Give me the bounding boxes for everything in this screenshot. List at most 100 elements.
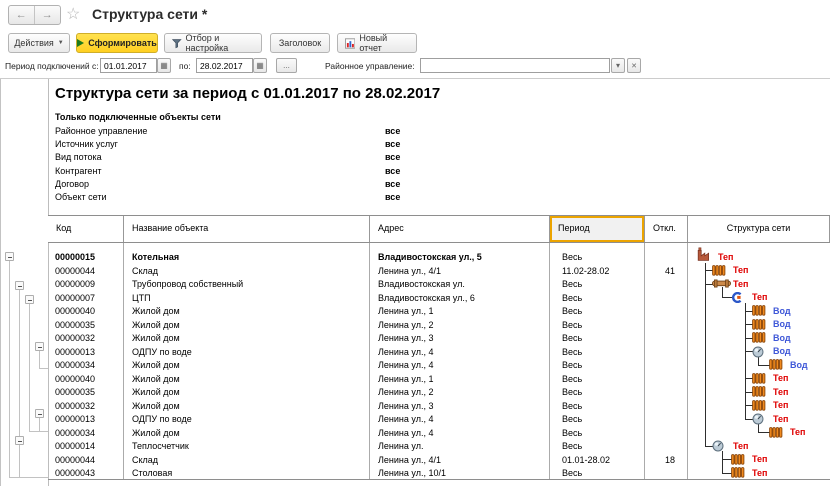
cell-period[interactable]: Весь [550,373,645,387]
cell-offline-days[interactable] [645,386,688,400]
date-to-input[interactable] [196,58,253,73]
cell-period[interactable]: Весь [550,467,645,481]
cell-period[interactable]: Весь [550,319,645,333]
cell-name[interactable]: ЦТП [124,292,370,306]
cell-period[interactable]: Весь [550,332,645,346]
cell-offline-days[interactable]: 18 [645,454,688,468]
cell-code[interactable]: 00000013 [48,346,124,360]
cell-name[interactable]: Жилой дом [124,359,370,373]
cell-address[interactable]: Владивостокская ул. [370,278,550,292]
cell-address[interactable]: Ленина ул., 1 [370,305,550,319]
cell-offline-days[interactable] [645,332,688,346]
cell-offline-days[interactable] [645,427,688,441]
cell-address[interactable]: Ленина ул., 4/1 [370,454,550,468]
cell-code[interactable]: 00000035 [48,319,124,333]
cell-address[interactable]: Владивостокская ул., 5 [370,251,550,265]
cell-name[interactable]: Трубопровод собственный [124,278,370,292]
column-header-1[interactable]: Код [48,216,124,242]
cell-name[interactable]: Жилой дом [124,400,370,414]
cell-offline-days[interactable] [645,305,688,319]
cell-code[interactable]: 00000034 [48,359,124,373]
cell-period[interactable]: Весь [550,292,645,306]
cell-code[interactable]: 00000044 [48,454,124,468]
date-from-input[interactable] [100,58,157,73]
cell-code[interactable]: 00000015 [48,251,124,265]
collapse-group-button[interactable] [15,436,24,445]
cell-name[interactable]: Жилой дом [124,373,370,387]
cell-code[interactable]: 00000014 [48,440,124,454]
collapse-group-button[interactable] [25,295,34,304]
cell-period[interactable]: Весь [550,305,645,319]
cell-name[interactable]: Склад [124,454,370,468]
cell-period[interactable]: Весь [550,386,645,400]
cell-code[interactable]: 00000044 [48,265,124,279]
cell-code[interactable]: 00000043 [48,467,124,481]
cell-period[interactable]: Весь [550,251,645,265]
cell-period[interactable]: Весь [550,278,645,292]
cell-period[interactable]: Весь [550,400,645,414]
cell-offline-days[interactable] [645,440,688,454]
district-dropdown-button[interactable]: ▾ [611,58,625,73]
cell-name[interactable]: Склад [124,265,370,279]
collapse-group-button[interactable] [5,252,14,261]
cell-address[interactable]: Владивостокская ул., 6 [370,292,550,306]
new-report-button[interactable]: Новый отчет [337,33,417,53]
cell-name[interactable]: Столовая [124,467,370,481]
cell-code[interactable]: 00000007 [48,292,124,306]
cell-period[interactable]: Весь [550,359,645,373]
back-button[interactable]: ← [9,6,35,24]
cell-address[interactable]: Ленина ул., 3 [370,332,550,346]
cell-address[interactable]: Ленина ул. [370,440,550,454]
column-header-4[interactable]: Период [550,216,645,242]
date-from-calendar-button[interactable]: ▦ [157,58,171,73]
cell-name[interactable]: Жилой дом [124,332,370,346]
actions-button[interactable]: Действия ▼ [8,33,70,53]
cell-code[interactable]: 00000035 [48,386,124,400]
cell-code[interactable]: 00000032 [48,400,124,414]
cell-address[interactable]: Ленина ул., 2 [370,386,550,400]
cell-offline-days[interactable] [645,319,688,333]
cell-address[interactable]: Ленина ул., 4 [370,359,550,373]
cell-address[interactable]: Ленина ул., 4/1 [370,265,550,279]
cell-offline-days[interactable] [645,400,688,414]
forward-button[interactable]: → [35,6,61,24]
cell-code[interactable]: 00000040 [48,305,124,319]
cell-name[interactable]: ОДПУ по воде [124,346,370,360]
cell-offline-days[interactable] [645,467,688,481]
cell-code[interactable]: 00000040 [48,373,124,387]
cell-period[interactable]: Весь [550,440,645,454]
cell-period[interactable]: 11.02-28.02 [550,265,645,279]
cell-offline-days[interactable] [645,373,688,387]
cell-code[interactable]: 00000034 [48,427,124,441]
cell-address[interactable]: Ленина ул., 4 [370,346,550,360]
collapse-group-button[interactable] [35,342,44,351]
cell-name[interactable]: Жилой дом [124,427,370,441]
filter-settings-button[interactable]: Отбор и настройка [164,33,262,53]
cell-offline-days[interactable] [645,359,688,373]
district-input[interactable] [420,58,610,73]
cell-address[interactable]: Ленина ул., 4 [370,427,550,441]
cell-name[interactable]: Котельная [124,251,370,265]
cell-period[interactable]: Весь [550,413,645,427]
favorite-star-icon[interactable]: ☆ [66,4,80,24]
cell-address[interactable]: Ленина ул., 4 [370,413,550,427]
column-header-3[interactable]: Адрес [370,216,550,242]
column-header-5[interactable]: Откл. [645,216,688,242]
cell-code[interactable]: 00000009 [48,278,124,292]
cell-name[interactable]: Жилой дом [124,386,370,400]
cell-address[interactable]: Ленина ул., 2 [370,319,550,333]
cell-code[interactable]: 00000013 [48,413,124,427]
cell-period[interactable]: Весь [550,346,645,360]
column-header-2[interactable]: Название объекта [124,216,370,242]
period-more-button[interactable]: ... [276,58,297,73]
cell-name[interactable]: Жилой дом [124,305,370,319]
cell-offline-days[interactable] [645,292,688,306]
cell-offline-days[interactable]: 41 [645,265,688,279]
district-clear-button[interactable]: ✕ [627,58,641,73]
generate-button[interactable]: Сформировать [76,33,158,53]
date-to-calendar-button[interactable]: ▦ [253,58,267,73]
cell-offline-days[interactable] [645,413,688,427]
cell-name[interactable]: Жилой дом [124,319,370,333]
cell-offline-days[interactable] [645,278,688,292]
cell-period[interactable]: Весь [550,427,645,441]
